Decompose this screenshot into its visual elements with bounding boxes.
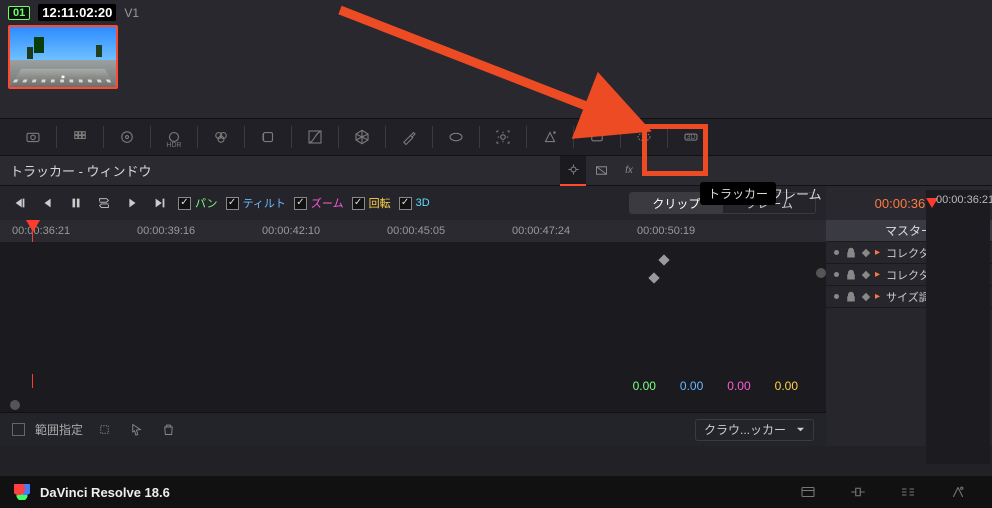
keyframe-marker-icon[interactable] (658, 254, 669, 265)
pointer-icon[interactable] (125, 419, 147, 441)
app-name: DaVinci Resolve 18.6 (40, 485, 170, 500)
vertical-scroll-handle[interactable] (816, 268, 826, 278)
clip-thumbnail[interactable] (8, 25, 118, 89)
keyframe-timeline[interactable]: 00:00:36:21 (926, 190, 990, 464)
opt-rotate[interactable]: 回転 (352, 195, 391, 211)
range-label: 範囲指定 (35, 421, 83, 438)
wheels-icon[interactable] (104, 122, 150, 152)
curves-icon[interactable] (292, 122, 338, 152)
kf-mini-timecode: 00:00:36:21 (936, 194, 992, 206)
keyframe-timeline-strip: 00:00:36:21 (826, 190, 992, 464)
panel-mode-tabs: fx (560, 156, 650, 186)
delete-point-icon[interactable] (157, 419, 179, 441)
tab-tracker-icon[interactable] (560, 156, 586, 186)
tab-stabilizer-icon[interactable] (588, 156, 614, 186)
tracker-footer: 範囲指定 クラウ...ッカー (0, 412, 826, 446)
rgb-mixer-icon[interactable] (198, 122, 244, 152)
track-reverse-one-button[interactable] (10, 193, 30, 213)
tracker-type-dropdown[interactable]: クラウ...ッカー (695, 419, 814, 441)
warper-icon[interactable] (339, 122, 385, 152)
checkbox-3d[interactable] (399, 197, 412, 210)
qualifier-eyedropper-icon[interactable] (386, 122, 432, 152)
opt-zoom[interactable]: ズーム (294, 195, 344, 211)
checkbox-pan[interactable] (178, 197, 191, 210)
tracker-type-label: クラウ...ッカー (704, 421, 786, 438)
magic-mask-icon[interactable] (527, 122, 573, 152)
track-pause-button[interactable] (66, 193, 86, 213)
checkbox-tilt[interactable] (226, 197, 239, 210)
stereo-3d-icon[interactable]: 3D (668, 122, 714, 152)
key-icon[interactable] (621, 122, 667, 152)
opt-3d[interactable]: 3D (399, 197, 430, 210)
camera-raw-icon[interactable] (10, 122, 56, 152)
tracker-timeline-ruler[interactable]: 00:00:36:21 00:00:39:16 00:00:42:10 00:0… (0, 220, 826, 242)
readout-pan: 0.00 (633, 379, 656, 393)
track-forward-button[interactable] (122, 193, 142, 213)
opt-pan[interactable]: パン (178, 195, 218, 211)
playhead-icon[interactable] (26, 220, 40, 232)
color-match-icon[interactable] (57, 122, 103, 152)
ruler-tick: 00:00:42:10 (262, 225, 387, 237)
ruler-tick: 00:00:45:05 (387, 225, 512, 237)
page-cut-icon[interactable] (838, 476, 878, 508)
clip-strip: 01 12:11:02:20 V1 (0, 0, 992, 118)
tab-fx-icon[interactable]: fx (616, 156, 642, 186)
keyframe-marker-icon[interactable] (648, 272, 659, 283)
ruler-tick: 00:00:47:24 (512, 225, 637, 237)
horiz-scroll-handle[interactable] (0, 398, 826, 412)
ruler-tick: 00:00:50:19 (637, 225, 762, 237)
clip-index-badge: 01 (8, 6, 30, 20)
add-point-icon[interactable] (93, 419, 115, 441)
label-rotate: 回転 (369, 195, 391, 211)
readout-tilt: 0.00 (680, 379, 703, 393)
track-forward-one-button[interactable] (150, 193, 170, 213)
checkbox-zoom[interactable] (294, 197, 307, 210)
tracker-readout: 0.00 0.00 0.00 0.00 (0, 374, 826, 398)
opt-tilt[interactable]: ティルト (226, 195, 286, 211)
track-loop-button[interactable] (94, 193, 114, 213)
page-media-icon[interactable] (788, 476, 828, 508)
panel-title: トラッカー - ウィンドウ (0, 161, 560, 180)
page-fusion-icon[interactable] (938, 476, 978, 508)
panel-header: トラッカー - ウィンドウ fx (0, 156, 992, 186)
tracker-panel: パン ティルト ズーム 回転 3D クリップ フレーム 00:00:36:21 … (0, 186, 826, 446)
label-zoom: ズーム (311, 195, 344, 211)
tracker-graph-area[interactable] (0, 242, 826, 374)
range-checkbox[interactable] (12, 423, 25, 436)
readout-zoom: 0.00 (727, 379, 750, 393)
label-3d: 3D (416, 197, 430, 209)
label-pan: パン (195, 195, 218, 211)
blur-icon[interactable] (574, 122, 620, 152)
page-edit-icon[interactable] (888, 476, 928, 508)
checkbox-rotate[interactable] (352, 197, 365, 210)
motion-effects-icon[interactable] (245, 122, 291, 152)
keyframe-panel-title: フレーム (770, 184, 822, 203)
hdr-icon[interactable]: HDR (151, 122, 197, 152)
source-timecode: 12:11:02:20 (38, 4, 116, 21)
palette-toolbar: HDR 3D (0, 118, 992, 156)
label-tilt: ティルト (243, 195, 286, 211)
tracker-icon[interactable] (480, 122, 526, 152)
readout-rotate: 0.00 (775, 379, 798, 393)
window-icon[interactable] (433, 122, 479, 152)
track-reverse-button[interactable] (38, 193, 58, 213)
app-logo-icon (14, 484, 30, 500)
track-label: V1 (124, 6, 139, 20)
tracker-tooltip: トラッカー (700, 182, 776, 205)
app-bottom-bar: DaVinci Resolve 18.6 (0, 476, 992, 508)
ruler-tick: 00:00:39:16 (137, 225, 262, 237)
